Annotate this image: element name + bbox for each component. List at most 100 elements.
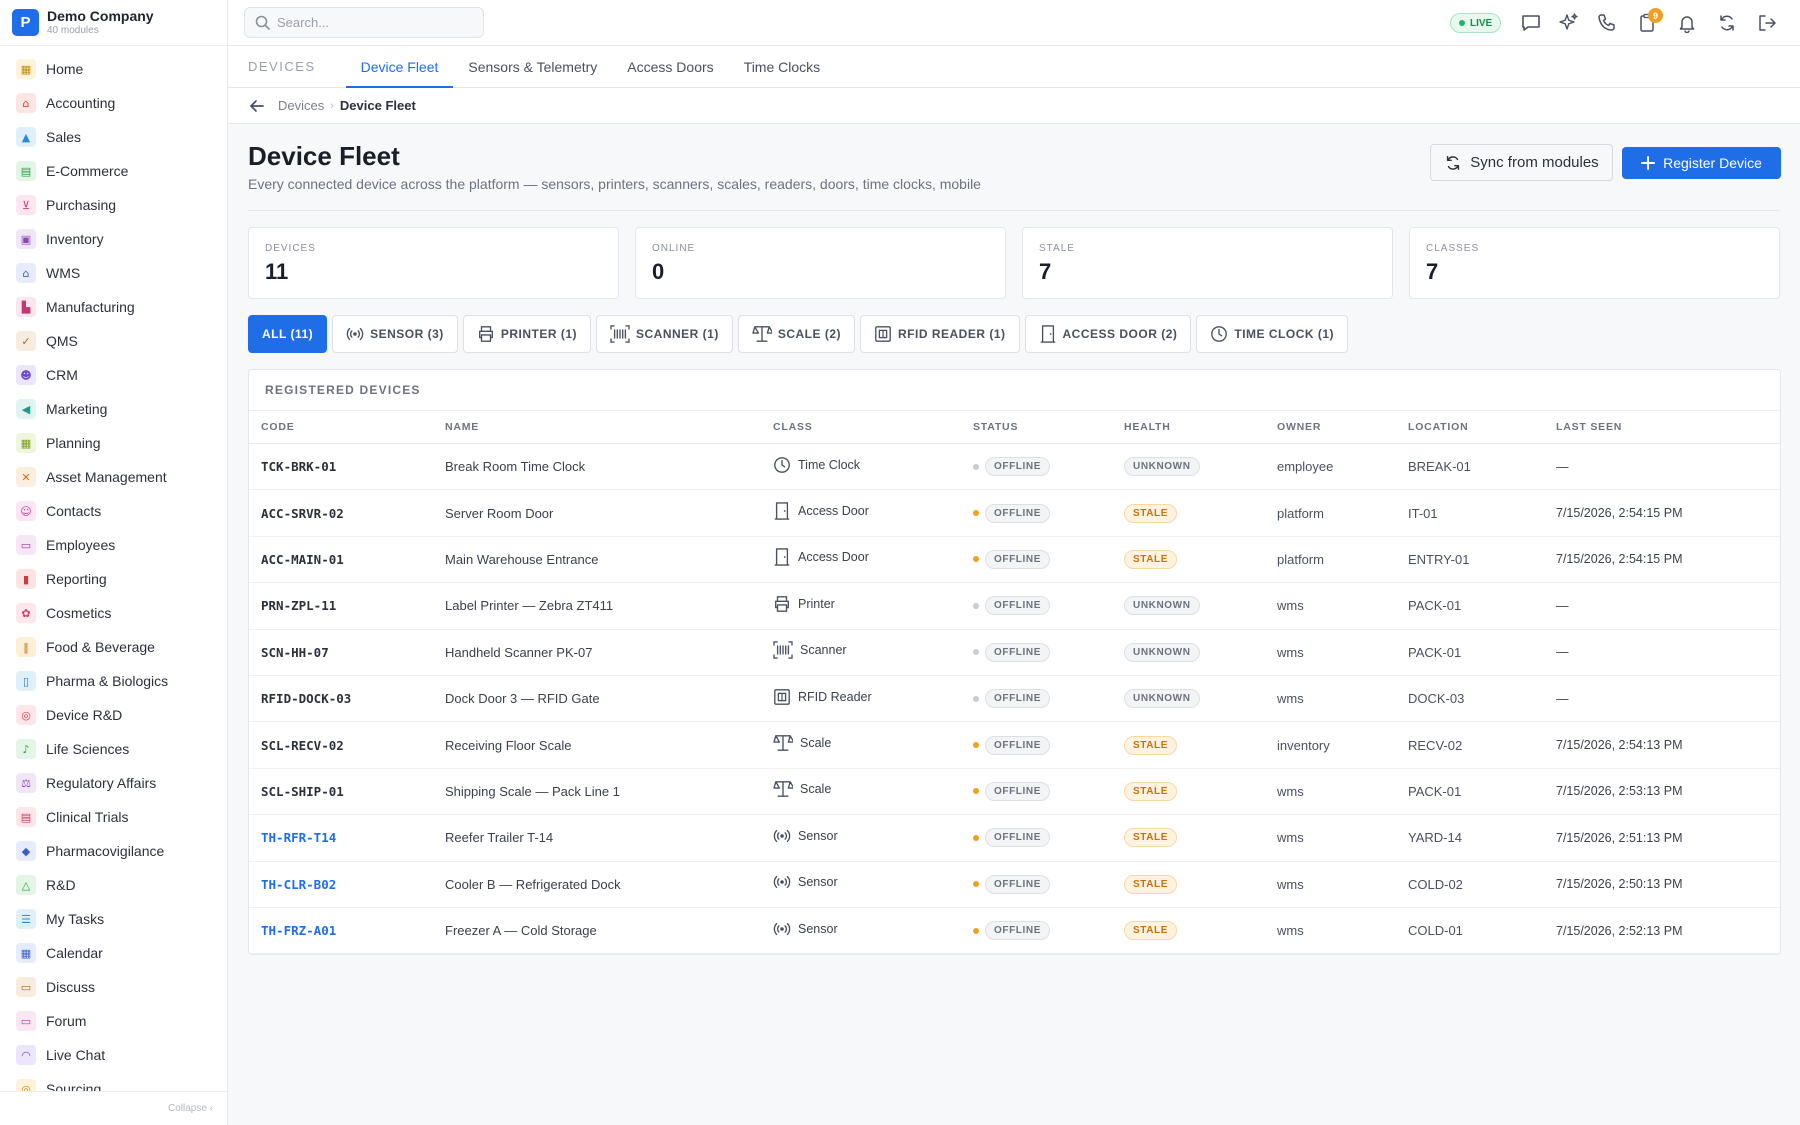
filter-chip-label: SCANNER (1) — [635, 327, 719, 341]
sidebar-item-clinical-trials[interactable]: ▤ Clinical Trials — [0, 800, 227, 834]
sidebar-item-qms[interactable]: ✓ QMS — [0, 324, 227, 358]
breadcrumb-devices[interactable]: Devices — [278, 98, 324, 113]
register-device-button[interactable]: Register Device — [1622, 147, 1781, 179]
status-dot — [973, 510, 979, 517]
search-input[interactable] — [277, 15, 477, 30]
tab-time-clocks[interactable]: Time Clocks — [729, 46, 836, 87]
phone-icon[interactable] — [1595, 11, 1619, 35]
sidebar-item-life-sciences[interactable]: ♪ Life Sciences — [0, 732, 227, 766]
device-code[interactable]: TH-CLR-B02 — [261, 877, 336, 892]
sync-from-modules-button[interactable]: Sync from modules — [1430, 144, 1613, 181]
sensor-icon — [773, 873, 791, 891]
sidebar-item-wms[interactable]: ⌂ WMS — [0, 256, 227, 290]
sidebar-item-crm[interactable]: ☻ CRM — [0, 358, 227, 392]
status-badge: OFFLINE — [985, 503, 1050, 523]
sparkle-icon[interactable] — [1557, 11, 1581, 35]
sidebar-item-reporting[interactable]: ▮ Reporting — [0, 562, 227, 596]
status-badge: OFFLINE — [985, 549, 1050, 569]
search-box[interactable] — [244, 7, 484, 38]
cell-name: Reefer Trailer T-14 — [445, 830, 554, 846]
sidebar-item-planning[interactable]: ▦ Planning — [0, 426, 227, 460]
filter-chip-time-clock[interactable]: TIME CLOCK (1) — [1196, 315, 1349, 353]
col-header-owner[interactable]: OWNER — [1265, 421, 1396, 433]
table-row[interactable]: TH-FRZ-A01 Freezer A — Cold Storage Sensor… — [249, 908, 1780, 954]
filter-chip-scanner[interactable]: SCANNER (1) — [595, 315, 733, 353]
chat-icon[interactable] — [1519, 11, 1543, 35]
sidebar-item-label: My Tasks — [46, 911, 105, 927]
status-dot — [973, 834, 979, 841]
filter-chip-sensor[interactable]: SENSOR (3) — [332, 315, 458, 353]
sidebar-item-discuss[interactable]: ▭ Discuss — [0, 970, 227, 1004]
sidebar: P Demo Company 40 modules ▦ Home ⌂ Accounti… — [0, 0, 228, 1125]
grid-icon: ▦ — [16, 59, 36, 79]
sidebar-item-employees[interactable]: ▭ Employees — [0, 528, 227, 562]
filter-chip-rfid-reader[interactable]: RFID READER (1) — [860, 315, 1020, 353]
stat-label: ONLINE — [652, 243, 696, 254]
sidebar-item-regulatory-affairs[interactable]: ⚖ Regulatory Affairs — [0, 766, 227, 800]
sidebar-item-food-beverage[interactable]: ‖ Food & Beverage — [0, 630, 227, 664]
table-row[interactable]: SCL-RECV-02 Receiving Floor Scale Scale OFF… — [249, 722, 1780, 769]
table-row[interactable]: ACC-SRVR-02 Server Room Door Access Door OF… — [249, 490, 1780, 537]
status-badge: OFFLINE — [985, 457, 1050, 477]
sidebar-item-sales[interactable]: ▲ Sales — [0, 120, 227, 154]
sidebar-item-home[interactable]: ▦ Home — [0, 52, 227, 86]
table-row[interactable]: SCN-HH-07 Handheld Scanner PK-07 Scanner OF… — [249, 630, 1780, 676]
back-arrow-icon[interactable] — [248, 97, 266, 115]
sidebar-item-cosmetics[interactable]: ✿ Cosmetics — [0, 596, 227, 630]
sidebar-item-contacts[interactable]: ☺ Contacts — [0, 494, 227, 528]
col-header-code[interactable]: CODE — [249, 421, 433, 433]
sidebar-item-calendar[interactable]: ▦ Calendar — [0, 936, 227, 970]
health-badge: STALE — [1124, 503, 1178, 523]
status-dot — [973, 695, 979, 702]
bell-icon[interactable] — [1675, 11, 1699, 35]
table-row[interactable]: PRN-ZPL-11 Label Printer — Zebra ZT411 Pri… — [249, 583, 1780, 630]
col-header-class[interactable]: CLASS — [761, 421, 961, 433]
sidebar-item-live-chat[interactable]: ◠ Live Chat — [0, 1038, 227, 1072]
tab-access-doors[interactable]: Access Doors — [612, 46, 728, 87]
sidebar-item-inventory[interactable]: ▣ Inventory — [0, 222, 227, 256]
device-code[interactable]: TH-RFR-T14 — [261, 830, 336, 845]
filter-chip-access-door[interactable]: ACCESS DOOR (2) — [1024, 315, 1192, 353]
col-header-location[interactable]: LOCATION — [1396, 421, 1544, 433]
table-row[interactable]: TCK-BRK-01 Break Room Time Clock Time Cloc… — [249, 444, 1780, 491]
sidebar-item-pharma-biologics[interactable]: ▯ Pharma & Biologics — [0, 664, 227, 698]
table-row[interactable]: TH-CLR-B02 Cooler B — Refrigerated Dock Se… — [249, 862, 1780, 908]
sidebar-item-pharmacovigilance[interactable]: ◆ Pharmacovigilance — [0, 834, 227, 868]
sidebar-item-asset-management[interactable]: ✕ Asset Management — [0, 460, 227, 494]
logout-icon[interactable] — [1755, 11, 1779, 35]
live-label: LIVE — [1470, 17, 1493, 29]
collapse-button[interactable]: Collapse ‹ — [0, 1091, 227, 1125]
sidebar-item-forum[interactable]: ▭ Forum — [0, 1004, 227, 1038]
sidebar-item-e-commerce[interactable]: ▤ E-Commerce — [0, 154, 227, 188]
filter-chip-all[interactable]: ALL (11) — [248, 315, 328, 353]
filter-chip-scale[interactable]: SCALE (2) — [737, 315, 855, 353]
filter-chip-printer[interactable]: PRINTER (1) — [462, 315, 591, 353]
cell-location: DOCK-03 — [1408, 691, 1465, 707]
sidebar-item-marketing[interactable]: ◀ Marketing — [0, 392, 227, 426]
col-header-last-seen[interactable]: LAST SEEN — [1544, 421, 1774, 433]
table-row[interactable]: SCL-SHIP-01 Shipping Scale — Pack Line 1 S… — [249, 769, 1780, 816]
refresh-icon[interactable] — [1715, 11, 1739, 35]
sidebar-item-accounting[interactable]: ⌂ Accounting — [0, 86, 227, 120]
col-header-health[interactable]: HEALTH — [1112, 421, 1265, 433]
col-header-name[interactable]: NAME — [433, 421, 761, 433]
brand[interactable]: P Demo Company 40 modules — [0, 0, 227, 46]
filter-chip-label: SCALE (2) — [777, 327, 841, 341]
clipboard-icon[interactable]: 9 — [1635, 8, 1663, 35]
sidebar-item-r-d[interactable]: △ R&D — [0, 868, 227, 902]
sidebar-item-my-tasks[interactable]: ☰ My Tasks — [0, 902, 227, 936]
sidebar-item-manufacturing[interactable]: ▙ Manufacturing — [0, 290, 227, 324]
stat-card-classes: CLASSES 7 — [1409, 227, 1780, 299]
device-class-label: Time Clock — [798, 457, 861, 472]
col-header-status[interactable]: STATUS — [961, 421, 1112, 433]
cell-owner: wms — [1277, 783, 1304, 799]
sidebar-item-purchasing[interactable]: ⊻ Purchasing — [0, 188, 227, 222]
table-row[interactable]: RFID-DOCK-03 Dock Door 3 — RFID Gate RFID … — [249, 676, 1780, 723]
table-row[interactable]: TH-RFR-T14 Reefer Trailer T-14 Sensor OFFLI… — [249, 815, 1780, 862]
tab-sensors-telemetry[interactable]: Sensors & Telemetry — [453, 46, 612, 87]
tab-device-fleet[interactable]: Device Fleet — [345, 46, 454, 88]
sidebar-item-device-r-d[interactable]: ◎ Device R&D — [0, 698, 227, 732]
sidebar-item-sourcing[interactable]: ◎ Sourcing — [0, 1072, 227, 1091]
device-code[interactable]: TH-FRZ-A01 — [261, 923, 336, 938]
table-row[interactable]: ACC-MAIN-01 Main Warehouse Entrance Access… — [249, 537, 1780, 584]
